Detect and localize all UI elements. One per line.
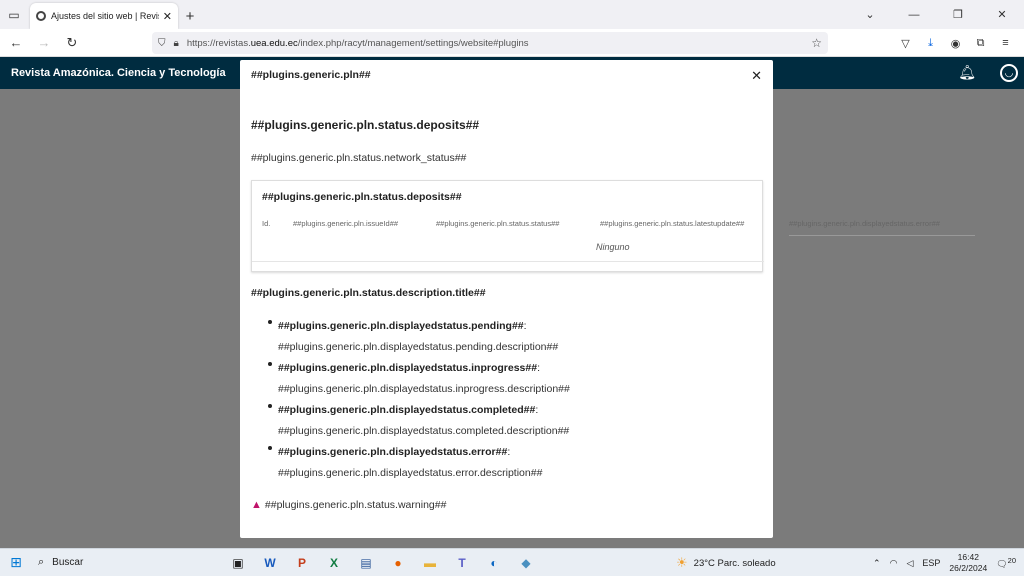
list-item: ##plugins.generic.pln.displayedstatus.er… [268, 442, 748, 484]
empty-message: Ninguno [596, 242, 630, 252]
clock[interactable]: 16:42 26/2/2024 [949, 552, 987, 574]
warning-icon: ▲ [251, 499, 262, 511]
bullet-icon [268, 320, 272, 324]
status-name: ##plugins.generic.pln.displayedstatus.in… [278, 362, 538, 374]
edge-icon[interactable]: ◐ [478, 549, 510, 577]
status-name: ##plugins.generic.pln.displayedstatus.pe… [278, 320, 524, 332]
clock-date: 26/2/2024 [949, 563, 988, 573]
tab-overflow-chevron-icon[interactable]: ⌄ [848, 0, 892, 29]
weather-icon: ☀ [676, 555, 688, 570]
shield-icon[interactable]: ⛉ [158, 38, 166, 49]
list-item: ##plugins.generic.pln.displayedstatus.pe… [268, 316, 748, 358]
bookmark-star-icon[interactable]: ☆ [811, 36, 822, 50]
forward-button[interactable]: → [32, 31, 56, 55]
window-close-button[interactable]: ✕ [980, 0, 1024, 29]
bell-icon[interactable]: 🔔︎ [958, 64, 976, 81]
restore-button[interactable]: ❐ [936, 0, 980, 29]
account-icon[interactable]: ◉ [943, 33, 968, 53]
task-view-icon[interactable]: ▣ [222, 549, 254, 577]
system-tray: ⌃ ◠ ◁ ESP 16:42 26/2/2024 🗨︎20 [864, 549, 1016, 577]
language-indicator[interactable]: ESP [922, 558, 940, 568]
downloads-icon[interactable]: ⤓ [918, 33, 943, 53]
tab-list-icon[interactable]: ▭ [0, 0, 28, 29]
col-header-id[interactable]: Id. [262, 219, 270, 228]
status-name: ##plugins.generic.pln.displayedstatus.er… [278, 446, 508, 458]
col-header-issue[interactable]: ##plugins.generic.pln.issueId## [293, 219, 398, 228]
site-favicon-icon [36, 11, 46, 21]
word-icon[interactable]: W [254, 549, 286, 577]
browser-navbar: ← → ↻ ⛉ 🔒︎ https://revistas.uea.edu.ec/i… [0, 29, 1024, 57]
status-description: ##plugins.generic.pln.displayedstatus.co… [278, 425, 570, 437]
back-button[interactable]: ← [4, 31, 28, 55]
taskbar: ⊞ ⌕ Buscar ▣ W P X ▤ ● ▬ T ◐ ◆ ☀ 23°C Pa… [0, 548, 1024, 576]
tray-chevron-icon[interactable]: ⌃ [873, 558, 881, 569]
status-description: ##plugins.generic.pln.displayedstatus.pe… [278, 341, 559, 353]
wifi-icon[interactable]: ◠ [890, 558, 898, 569]
toolbar-right: ▽ ⤓ ◉ ⧉ ≡ [893, 33, 1018, 53]
window-controls: ⌄ — ❐ ✕ [848, 0, 1024, 29]
user-avatar-icon[interactable]: ◡ [1000, 64, 1018, 82]
volume-icon[interactable]: ◁ [906, 558, 913, 569]
menu-icon[interactable]: ≡ [993, 33, 1018, 53]
modal-close-icon[interactable]: ✕ [751, 68, 762, 84]
col-header-latest-update[interactable]: ##plugins.generic.pln.status.latestupdat… [600, 219, 744, 228]
pocket-icon[interactable]: ▽ [893, 33, 918, 53]
url-text[interactable]: https://revistas.uea.edu.ec/index.php/ra… [187, 38, 811, 49]
windows-start-icon[interactable]: ⊞ [0, 549, 32, 577]
browser-tabbar: ▭ Ajustes del sitio web | Revista A ✕ + … [0, 0, 1024, 29]
status-description: ##plugins.generic.pln.displayedstatus.in… [278, 383, 570, 395]
tab-title: Ajustes del sitio web | Revista A [51, 11, 159, 21]
pln-modal: ##plugins.generic.pln## ✕ ##plugins.gene… [240, 60, 975, 538]
weather-text: 23°C Parc. soleado [693, 557, 776, 569]
clock-time: 16:42 [957, 552, 979, 562]
journal-brand[interactable]: Revista Amazónica. Ciencia y Tecnología [0, 67, 226, 79]
app-icon[interactable]: ◆ [510, 549, 542, 577]
reload-button[interactable]: ↻ [60, 31, 84, 55]
lock-icon[interactable]: 🔒︎ [174, 38, 179, 49]
col-header-error[interactable]: ##plugins.generic.pln.displayedstatus.er… [789, 219, 940, 228]
network-status: ##plugins.generic.pln.status.network_sta… [251, 152, 467, 164]
row-divider [252, 261, 764, 262]
col-header-status[interactable]: ##plugins.generic.pln.status.status## [436, 219, 559, 228]
list-item: ##plugins.generic.pln.displayedstatus.in… [268, 358, 748, 400]
warning-message: ▲ ##plugins.generic.pln.status.warning## [251, 499, 446, 511]
excel-icon[interactable]: X [318, 549, 350, 577]
save-app-icon[interactable]: ▤ [350, 549, 382, 577]
browser-tab-active[interactable]: Ajustes del sitio web | Revista A ✕ [30, 3, 178, 29]
list-item: ##plugins.generic.pln.displayedstatus.co… [268, 400, 748, 442]
deposits-panel: ##plugins.generic.pln.status.deposits## … [251, 180, 975, 272]
notification-count: 20 [1007, 556, 1016, 565]
bullet-icon [268, 446, 272, 450]
warning-text: ##plugins.generic.pln.status.warning## [264, 499, 447, 511]
panel-title: ##plugins.generic.pln.status.deposits## [262, 191, 462, 203]
minimize-button[interactable]: — [892, 0, 936, 29]
modal-title: ##plugins.generic.pln## [251, 69, 371, 81]
search-icon: ⌕ [38, 556, 45, 568]
status-list: ##plugins.generic.pln.displayedstatus.pe… [268, 316, 748, 484]
new-tab-button[interactable]: + [178, 3, 202, 29]
header-divider [789, 235, 975, 236]
search-label: Buscar [52, 557, 84, 568]
description-title: ##plugins.generic.pln.status.description… [251, 287, 486, 299]
weather-widget[interactable]: ☀ 23°C Parc. soleado [676, 549, 776, 577]
deposits-heading: ##plugins.generic.pln.status.deposits## [251, 118, 480, 132]
powerpoint-icon[interactable]: P [286, 549, 318, 577]
tab-close-icon[interactable]: ✕ [163, 10, 172, 23]
address-bar[interactable]: ⛉ 🔒︎ https://revistas.uea.edu.ec/index.p… [152, 32, 828, 54]
status-description: ##plugins.generic.pln.displayedstatus.er… [278, 467, 543, 479]
status-name: ##plugins.generic.pln.displayedstatus.co… [278, 404, 536, 416]
taskbar-search[interactable]: ⌕ Buscar [32, 549, 222, 577]
bullet-icon [268, 362, 272, 366]
notification-icon[interactable]: 🗨︎20 [996, 556, 1016, 570]
bullet-icon [268, 404, 272, 408]
file-explorer-icon[interactable]: ▬ [414, 549, 446, 577]
extensions-icon[interactable]: ⧉ [968, 33, 993, 53]
firefox-icon[interactable]: ● [382, 549, 414, 577]
teams-icon[interactable]: T [446, 549, 478, 577]
